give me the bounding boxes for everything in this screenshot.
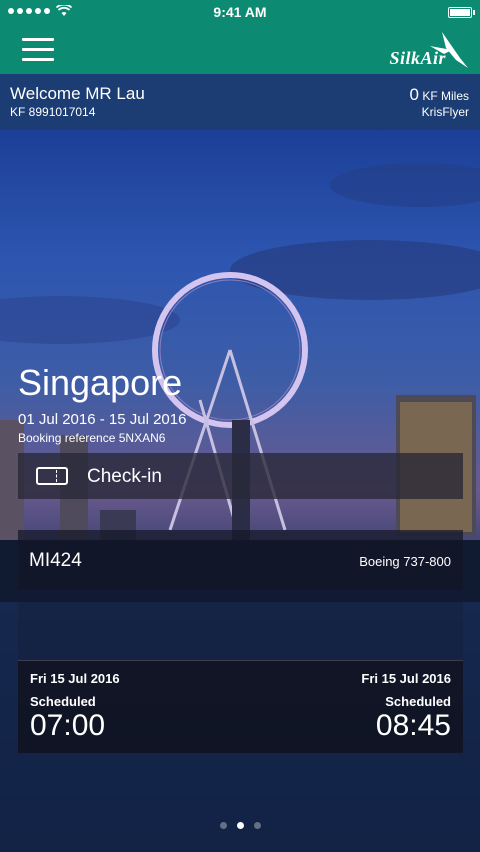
status-bar: 9:41 AM: [0, 0, 480, 26]
page-dot[interactable]: [253, 822, 261, 829]
ticket-icon: [36, 467, 68, 485]
page-dot[interactable]: [219, 822, 227, 829]
battery-icon: [448, 7, 475, 18]
krisflyer-number: KF 8991017014: [10, 105, 96, 119]
arrival-date: Fri 15 Jul 2016: [361, 671, 451, 686]
app-header: SilkAir: [0, 26, 480, 74]
check-in-label: Check-in: [87, 466, 162, 487]
destination-city: Singapore: [18, 362, 183, 403]
flight-number: MI424: [29, 550, 82, 571]
departure-date: Fri 15 Jul 2016: [30, 671, 120, 686]
arrival-time: 08:45: [375, 709, 451, 742]
destination-hero: Singapore 01 Jul 2016 - 15 Jul 2016 Book…: [0, 130, 480, 852]
miles-unit: KF Miles: [422, 89, 469, 103]
aircraft-type: Boeing 737-800: [359, 554, 451, 569]
arrival-info: Fri 15 Jul 2016 Scheduled 08:45: [361, 671, 451, 743]
clock: 9:41 AM: [213, 4, 267, 20]
page-indicator[interactable]: [0, 822, 480, 829]
member-bar: Welcome MR Lau KF 8991017014 0 KF Miles …: [0, 74, 480, 130]
silkair-logo: SilkAir: [360, 28, 470, 72]
departure-status: Scheduled: [30, 694, 96, 709]
arrival-status: Scheduled: [385, 694, 451, 709]
check-in-button[interactable]: Check-in: [18, 453, 463, 499]
welcome-text: Welcome MR Lau: [10, 84, 145, 103]
trip-dates: 01 Jul 2016 - 15 Jul 2016: [18, 411, 187, 428]
miles-value: 0: [409, 85, 419, 104]
hamburger-menu-icon[interactable]: [22, 38, 54, 62]
program-name: KrisFlyer: [421, 105, 469, 119]
kf-miles: 0 KF Miles: [410, 85, 469, 105]
departure-time: 07:00: [30, 709, 106, 742]
logo-text: SilkAir: [389, 48, 446, 68]
flight-header: MI424 Boeing 737-800: [18, 530, 463, 590]
flight-card[interactable]: MI424 Boeing 737-800 Fri 15 Jul 2016 Sch…: [18, 530, 463, 753]
booking-reference: Booking reference 5NXAN6: [18, 431, 166, 445]
flight-times: Fri 15 Jul 2016 Scheduled 07:00 Fri 15 J…: [18, 660, 463, 753]
departure-info: Fri 15 Jul 2016 Scheduled 07:00: [30, 671, 120, 743]
page-dot[interactable]: [236, 822, 244, 829]
